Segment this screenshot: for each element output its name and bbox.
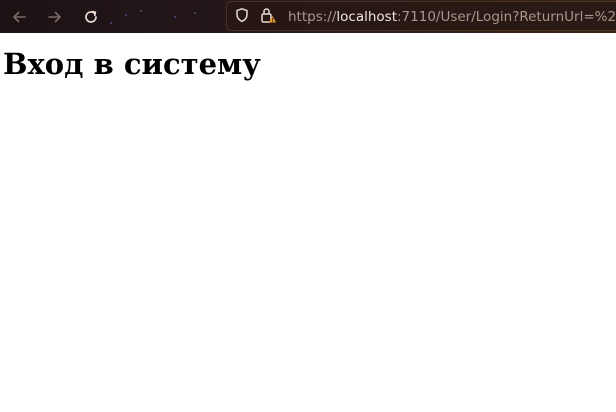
theme-decoration xyxy=(194,12,196,14)
forward-button[interactable] xyxy=(42,4,68,30)
address-bar[interactable]: https://localhost:7110/User/Login?Return… xyxy=(226,1,616,31)
theme-decoration xyxy=(125,14,127,16)
arrow-right-icon xyxy=(47,9,63,25)
site-info-button[interactable] xyxy=(259,6,277,29)
lock-warning-icon xyxy=(259,6,277,29)
url-path: :7110/User/Login?ReturnUrl=%2F xyxy=(397,9,616,25)
theme-decoration xyxy=(110,22,112,24)
url-scheme: https:// xyxy=(288,9,337,25)
url-host: localhost xyxy=(336,9,397,25)
shield-icon xyxy=(234,7,250,28)
reload-button[interactable] xyxy=(78,4,104,30)
browser-toolbar: https://localhost:7110/User/Login?Return… xyxy=(0,0,616,33)
page-title: Вход в систему xyxy=(3,47,261,81)
theme-decoration xyxy=(140,10,142,12)
back-button[interactable] xyxy=(6,4,32,30)
arrow-left-icon xyxy=(11,9,27,25)
reload-icon xyxy=(83,9,99,25)
url-text: https://localhost:7110/User/Login?Return… xyxy=(288,8,616,26)
tracking-protection-button[interactable] xyxy=(233,7,251,28)
theme-decoration xyxy=(174,16,176,18)
